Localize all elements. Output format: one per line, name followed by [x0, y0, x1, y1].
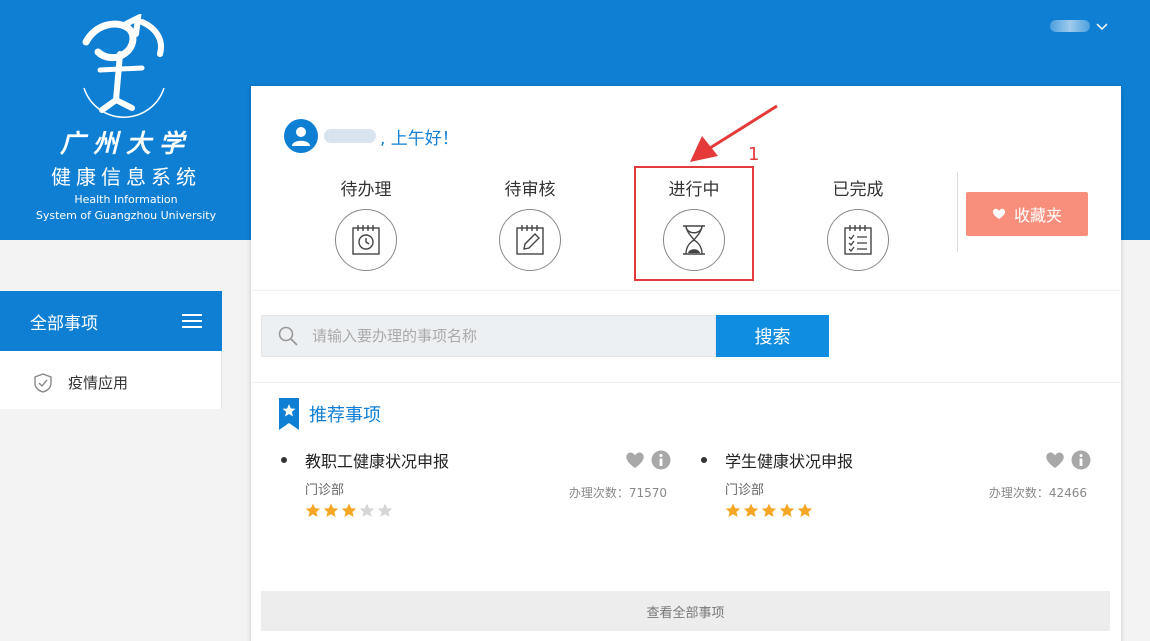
calendar-edit-icon [516, 225, 544, 255]
search-input[interactable] [312, 327, 692, 345]
divider [251, 290, 1121, 291]
university-emblem-icon [82, 14, 165, 118]
usage-count: 办理次数：42466 [988, 486, 1087, 500]
sidebar-item-epidemic[interactable]: 疫情应用 [0, 351, 221, 393]
info-icon[interactable] [651, 450, 671, 470]
recommended-header: 推荐事项 [279, 398, 381, 430]
bullet [281, 457, 287, 463]
item-title[interactable]: 学生健康状况申报 [725, 448, 853, 472]
status-pending[interactable]: 待办理 [311, 176, 421, 271]
heart-icon [992, 208, 1006, 219]
status-completed[interactable]: 已完成 [803, 176, 913, 271]
sidebar-item-label: 疫情应用 [68, 374, 129, 392]
usage-count: 办理次数：71570 [568, 486, 667, 500]
status-review[interactable]: 待审核 [475, 176, 585, 271]
divider [957, 172, 958, 252]
checklist-icon [844, 225, 872, 255]
heart-icon[interactable] [1045, 451, 1065, 469]
info-icon[interactable] [1071, 450, 1091, 470]
logo-subtitle-en: System of Guangzhou University [35, 209, 217, 222]
greeting: , 上午好！ [284, 119, 459, 153]
menu-icon[interactable] [182, 313, 202, 329]
heart-icon[interactable] [625, 451, 645, 469]
status-label: 已完成 [832, 180, 884, 200]
list-item[interactable]: 教职工健康状况申报 门诊部 办理次数：71570 [281, 448, 671, 528]
annotation-number: 1 [748, 144, 760, 165]
recommended-title: 推荐事项 [309, 405, 381, 426]
logo-subtitle-cn: 健康信息系统 [51, 165, 201, 189]
user-name-obscured [1050, 20, 1090, 32]
view-all-button[interactable]: 查看全部事项 [261, 591, 1110, 631]
item-department: 门诊部 [725, 483, 765, 498]
logo-title-cn: 广州大学 [59, 129, 192, 158]
university-logo: 广州大学 健康信息系统 Health Information System of… [0, 0, 252, 240]
item-actions [1045, 450, 1091, 470]
favorites-label: 收藏夹 [1013, 206, 1062, 225]
bullet [701, 457, 707, 463]
star-icon [797, 503, 813, 517]
star-icon [323, 503, 339, 517]
search-box [261, 315, 716, 357]
divider [251, 382, 1121, 383]
rating-stars [305, 503, 393, 518]
item-title[interactable]: 教职工健康状况申报 [305, 448, 449, 472]
logo-title-en: Health Information [74, 193, 178, 206]
calendar-clock-icon [352, 225, 380, 255]
avatar [284, 119, 318, 153]
annotation-arrow-icon [690, 104, 778, 162]
star-icon [377, 503, 393, 517]
item-department: 门诊部 [305, 483, 345, 498]
user-menu[interactable] [1050, 16, 1112, 36]
status-label: 待审核 [504, 180, 556, 200]
star-icon [305, 503, 321, 517]
list-item[interactable]: 学生健康状况申报 门诊部 办理次数：42466 [701, 448, 1091, 528]
star-icon [359, 503, 375, 517]
greeting-text: , 上午好！ [380, 128, 459, 149]
user-icon [292, 127, 310, 146]
status-circle [827, 209, 889, 271]
rating-stars [725, 503, 813, 518]
sidebar: 疫情应用 [0, 351, 222, 409]
page: 广州大学 健康信息系统 Health Information System of… [0, 0, 1150, 641]
search-button[interactable]: 搜索 [716, 315, 829, 357]
favorites-button[interactable]: 收藏夹 [966, 192, 1088, 236]
star-icon [779, 503, 795, 517]
status-label: 待办理 [340, 180, 392, 200]
shield-icon [34, 372, 52, 393]
star-icon [341, 503, 357, 517]
star-icon [761, 503, 777, 517]
item-actions [625, 450, 671, 470]
search-icon [278, 326, 298, 346]
sidebar-header[interactable]: 全部事项 [0, 291, 222, 351]
sidebar-header-label: 全部事项 [30, 313, 98, 334]
status-circle [335, 209, 397, 271]
star-icon [725, 503, 741, 517]
bookmark-star-icon [279, 398, 299, 430]
user-name-obscured [324, 129, 376, 143]
annotation-highlight-box [634, 166, 754, 281]
status-circle [499, 209, 561, 271]
chevron-down-icon [1096, 23, 1108, 31]
star-icon [743, 503, 759, 517]
